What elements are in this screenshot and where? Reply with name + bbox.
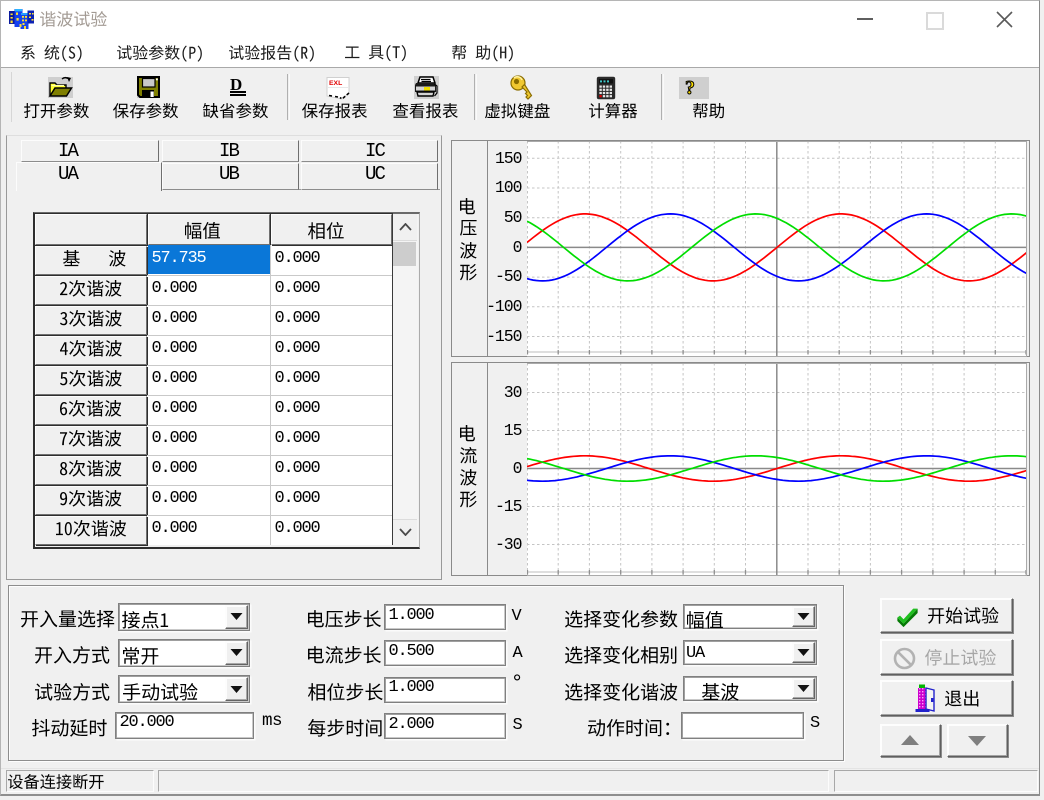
svg-text:?: ? — [685, 77, 695, 98]
svg-text:EXL: EXL — [329, 80, 342, 87]
